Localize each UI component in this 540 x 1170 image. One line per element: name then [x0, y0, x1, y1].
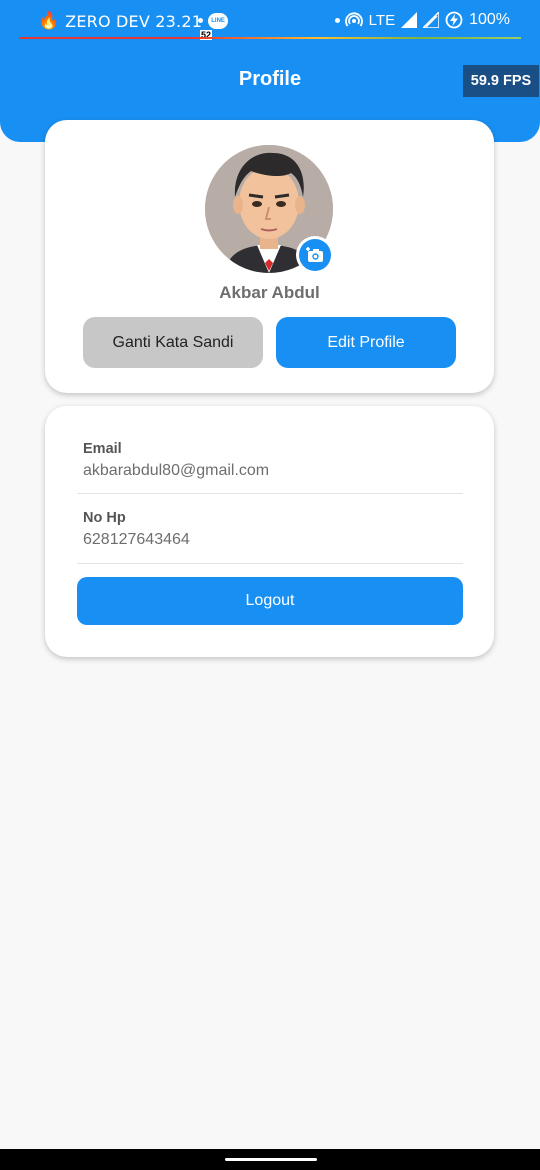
- flame-icon: 🔥: [38, 11, 60, 30]
- email-label: Email: [83, 441, 122, 457]
- logout-button[interactable]: Logout: [77, 577, 463, 625]
- signal-no-service-icon: [423, 12, 440, 28]
- user-name: Akbar Abdul: [219, 283, 320, 302]
- network-type: LTE: [368, 11, 396, 29]
- divider: [77, 493, 463, 494]
- change-photo-button[interactable]: [296, 236, 334, 274]
- status-dot-icon: [335, 18, 340, 23]
- phone-value: 628127643464: [83, 531, 190, 548]
- line-app-icon: LINE: [208, 13, 229, 29]
- battery-percent: 100%: [469, 11, 510, 28]
- signal-icon: [401, 12, 418, 28]
- edit-profile-button[interactable]: Edit Profile: [276, 317, 456, 368]
- divider: [77, 563, 463, 564]
- page-title: Profile: [238, 68, 302, 90]
- status-right: LTE 100%: [344, 11, 510, 29]
- hotspot-icon: [344, 12, 363, 27]
- notification-progress-line: [19, 37, 521, 39]
- status-bar: 🔥 ZERO DEV 23.21 LINE 52 LTE 100%: [0, 0, 540, 44]
- profile-card: Akbar Abdul Ganti Kata Sandi Edit Profil…: [45, 120, 494, 393]
- change-password-button[interactable]: Ganti Kata Sandi: [83, 317, 263, 368]
- system-nav-bar: [0, 1149, 540, 1170]
- phone-label: No Hp: [83, 510, 126, 526]
- carrier-time: ZERO DEV 23.21: [65, 11, 203, 31]
- fps-counter: 59.9 FPS: [463, 65, 539, 97]
- home-gesture-handle[interactable]: [225, 1158, 317, 1161]
- info-card: Email akbarabdul80@gmail.com No Hp 62812…: [45, 406, 494, 657]
- notification-dot-icon: [198, 18, 203, 23]
- email-value: akbarabdul80@gmail.com: [83, 462, 270, 479]
- camera-icon: [299, 239, 331, 271]
- battery-saver-icon: [445, 11, 463, 29]
